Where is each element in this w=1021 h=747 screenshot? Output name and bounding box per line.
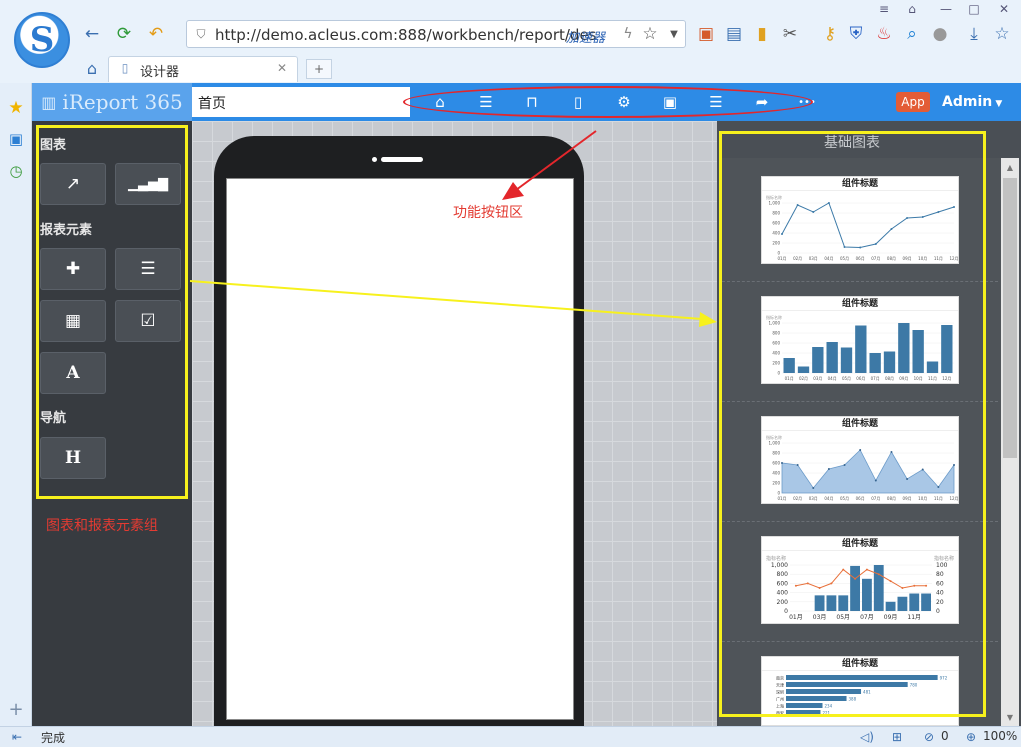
annotation-element-groups: 图表和报表元素组 xyxy=(46,518,158,534)
blocked-count: 0 xyxy=(941,729,949,743)
adblock-icon[interactable]: ⊘ xyxy=(920,729,938,745)
status-text: 完成 xyxy=(41,731,66,745)
speaker-icon[interactable]: ◁) xyxy=(858,729,876,745)
red-arrow xyxy=(515,130,597,191)
annotation-function-area: 功能按钮区 xyxy=(453,205,523,221)
sidebar-toggle-icon[interactable]: ⇤ xyxy=(8,729,26,745)
yellow-arrow-head xyxy=(699,312,717,327)
yellow-arrow xyxy=(189,280,703,320)
zoom-icon[interactable]: ⊕ xyxy=(962,729,980,745)
monitor-icon[interactable]: ⊞ xyxy=(888,729,906,745)
zoom-level[interactable]: 100% xyxy=(983,729,1017,743)
red-arrow-head xyxy=(502,182,524,200)
annotation-arrows xyxy=(189,130,717,327)
